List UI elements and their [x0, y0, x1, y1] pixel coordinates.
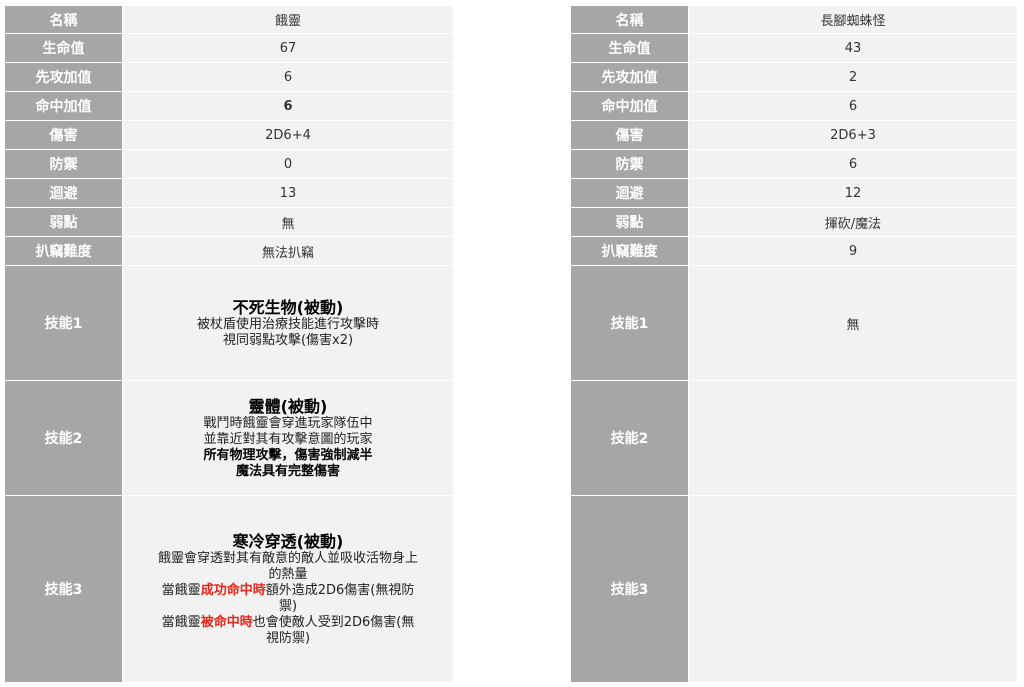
table-row: 命中加值 6 [5, 92, 453, 120]
skill-row: 技能1 無 [571, 266, 1017, 380]
row-value: 揮砍/魔法 [688, 208, 1017, 236]
row-label: 迴避 [571, 179, 688, 207]
skill-text-bold: 所有物理攻擊，傷害強制減半 [203, 447, 373, 463]
row-label: 弱點 [571, 208, 688, 236]
table-row: 迴避 12 [571, 179, 1017, 207]
table-row: 生命值 43 [571, 34, 1017, 62]
skill-text-post: 也會使敵人受到2D6傷害(無 [252, 614, 415, 630]
table-row: 弱點 揮砍/魔法 [571, 208, 1017, 236]
skill-text: 餓靈會穿透對其有敵意的敵人並吸收活物身上 [157, 550, 418, 566]
row-label: 名稱 [571, 6, 688, 33]
table-row: 傷害 2D6+3 [571, 121, 1017, 149]
skill-title: 不死生物(被動) [232, 297, 344, 317]
row-value: 2D6+4 [122, 121, 453, 149]
row-label: 傷害 [571, 121, 688, 149]
table-row: 命中加值 6 [571, 92, 1017, 120]
right-monster-table: 名稱 長腳蜘蛛怪 生命值 43 先攻加值 2 命中加值 6 傷害 2D6+3 防禦 6 迴避… [571, 5, 1017, 683]
skill-text-pre: 當餓靈 [161, 614, 201, 630]
row-value: 無 [122, 208, 453, 236]
skill-label: 技能1 [571, 266, 688, 380]
row-label: 先攻加值 [571, 63, 688, 91]
row-value: 43 [688, 34, 1017, 62]
skill-row: 技能3 寒冷穿透(被動) 餓靈會穿透對其有敵意的敵人並吸收活物身上 的熱量 當餓… [5, 496, 453, 682]
row-label: 扒竊難度 [571, 237, 688, 265]
skill-cell [688, 496, 1017, 682]
row-value: 6 [122, 63, 453, 91]
skill-text-pre: 當餓靈 [161, 582, 201, 598]
row-value: 6 [688, 150, 1017, 178]
skill-row: 技能3 [571, 496, 1017, 682]
row-label: 防禦 [5, 150, 122, 178]
row-label: 迴避 [5, 179, 122, 207]
skill-text: 當餓靈成功命中時額外造成2D6傷害(無視防 [123, 583, 453, 599]
skill-text-post: 額外造成2D6傷害(無視防 [265, 582, 415, 598]
skill-text-highlight: 成功命中時 [200, 582, 266, 598]
skill-title: 靈體(被動) [248, 396, 328, 416]
table-row: 扒竊難度 9 [571, 237, 1017, 265]
row-value: 12 [688, 179, 1017, 207]
row-label: 先攻加值 [5, 63, 122, 91]
table-row: 生命值 67 [5, 34, 453, 62]
row-label: 防禦 [571, 150, 688, 178]
row-label: 生命值 [571, 34, 688, 62]
skill-cell: 寒冷穿透(被動) 餓靈會穿透對其有敵意的敵人並吸收活物身上 的熱量 當餓靈成功命… [122, 496, 453, 682]
table-row: 迴避 13 [5, 179, 453, 207]
row-label: 生命值 [5, 34, 122, 62]
skill-label: 技能1 [5, 266, 122, 380]
row-value: 餓靈 [122, 6, 453, 33]
skill-label: 技能3 [571, 496, 688, 682]
skill-text: 的熱量 [268, 566, 308, 582]
row-label: 扒竊難度 [5, 237, 122, 265]
skill-text: 視同弱點攻擊(傷害x2) [222, 332, 354, 348]
row-value: 2D6+3 [688, 121, 1017, 149]
row-value: 13 [122, 179, 453, 207]
table-row: 扒竊難度 無法扒竊 [5, 237, 453, 265]
skill-text: 禦) [278, 598, 298, 614]
table-row: 先攻加值 6 [5, 63, 453, 91]
skill-text: 並靠近對其有攻擊意圖的玩家 [203, 431, 373, 447]
skill-cell: 無 [688, 266, 1017, 380]
skill-label: 技能2 [5, 381, 122, 495]
row-value: 無法扒竊 [122, 237, 453, 265]
row-value: 6 [688, 92, 1017, 120]
table-row: 名稱 長腳蜘蛛怪 [571, 6, 1017, 33]
skill-text: 戰鬥時餓靈會穿進玩家隊伍中 [203, 415, 373, 431]
left-monster-table: 名稱 餓靈 生命值 67 先攻加值 6 命中加值 6 傷害 2D6+4 防禦 0 迴避 13 … [5, 5, 453, 683]
table-row: 防禦 6 [571, 150, 1017, 178]
skill-text: 視防禦) [265, 630, 311, 646]
skill-cell: 不死生物(被動) 被杖盾使用治療技能進行攻擊時 視同弱點攻擊(傷害x2) [122, 266, 453, 380]
row-value: 9 [688, 237, 1017, 265]
row-label: 命中加值 [5, 92, 122, 120]
row-value: 長腳蜘蛛怪 [688, 6, 1017, 33]
row-value: 2 [688, 63, 1017, 91]
skill-row: 技能2 靈體(被動) 戰鬥時餓靈會穿進玩家隊伍中 並靠近對其有攻擊意圖的玩家 所… [5, 381, 453, 495]
skill-row: 技能2 [571, 381, 1017, 495]
skill-text: 被杖盾使用治療技能進行攻擊時 [196, 316, 379, 332]
skill-text: 當餓靈被命中時也會使敵人受到2D6傷害(無 [123, 615, 453, 631]
table-row: 防禦 0 [5, 150, 453, 178]
row-value: 0 [122, 150, 453, 178]
skill-label: 技能2 [571, 381, 688, 495]
table-row: 弱點無 [5, 208, 453, 236]
table-row: 名稱 餓靈 [5, 6, 453, 33]
row-label: 名稱 [5, 6, 122, 33]
skill-cell: 靈體(被動) 戰鬥時餓靈會穿進玩家隊伍中 並靠近對其有攻擊意圖的玩家 所有物理攻… [122, 381, 453, 495]
skill-label: 技能3 [5, 496, 122, 682]
table-row: 先攻加值 2 [571, 63, 1017, 91]
skill-cell [688, 381, 1017, 495]
table-row: 傷害 2D6+4 [5, 121, 453, 149]
row-value: 6 [122, 92, 453, 120]
skill-row: 技能1 不死生物(被動) 被杖盾使用治療技能進行攻擊時 視同弱點攻擊(傷害x2) [5, 266, 453, 380]
skill-text-highlight: 被命中時 [200, 614, 253, 630]
row-label: 命中加值 [571, 92, 688, 120]
skill-title: 寒冷穿透(被動) [232, 531, 344, 551]
skill-text-bold: 魔法具有完整傷害 [235, 463, 340, 479]
row-label: 傷害 [5, 121, 122, 149]
row-label: 弱點 [5, 208, 122, 236]
row-value: 67 [122, 34, 453, 62]
